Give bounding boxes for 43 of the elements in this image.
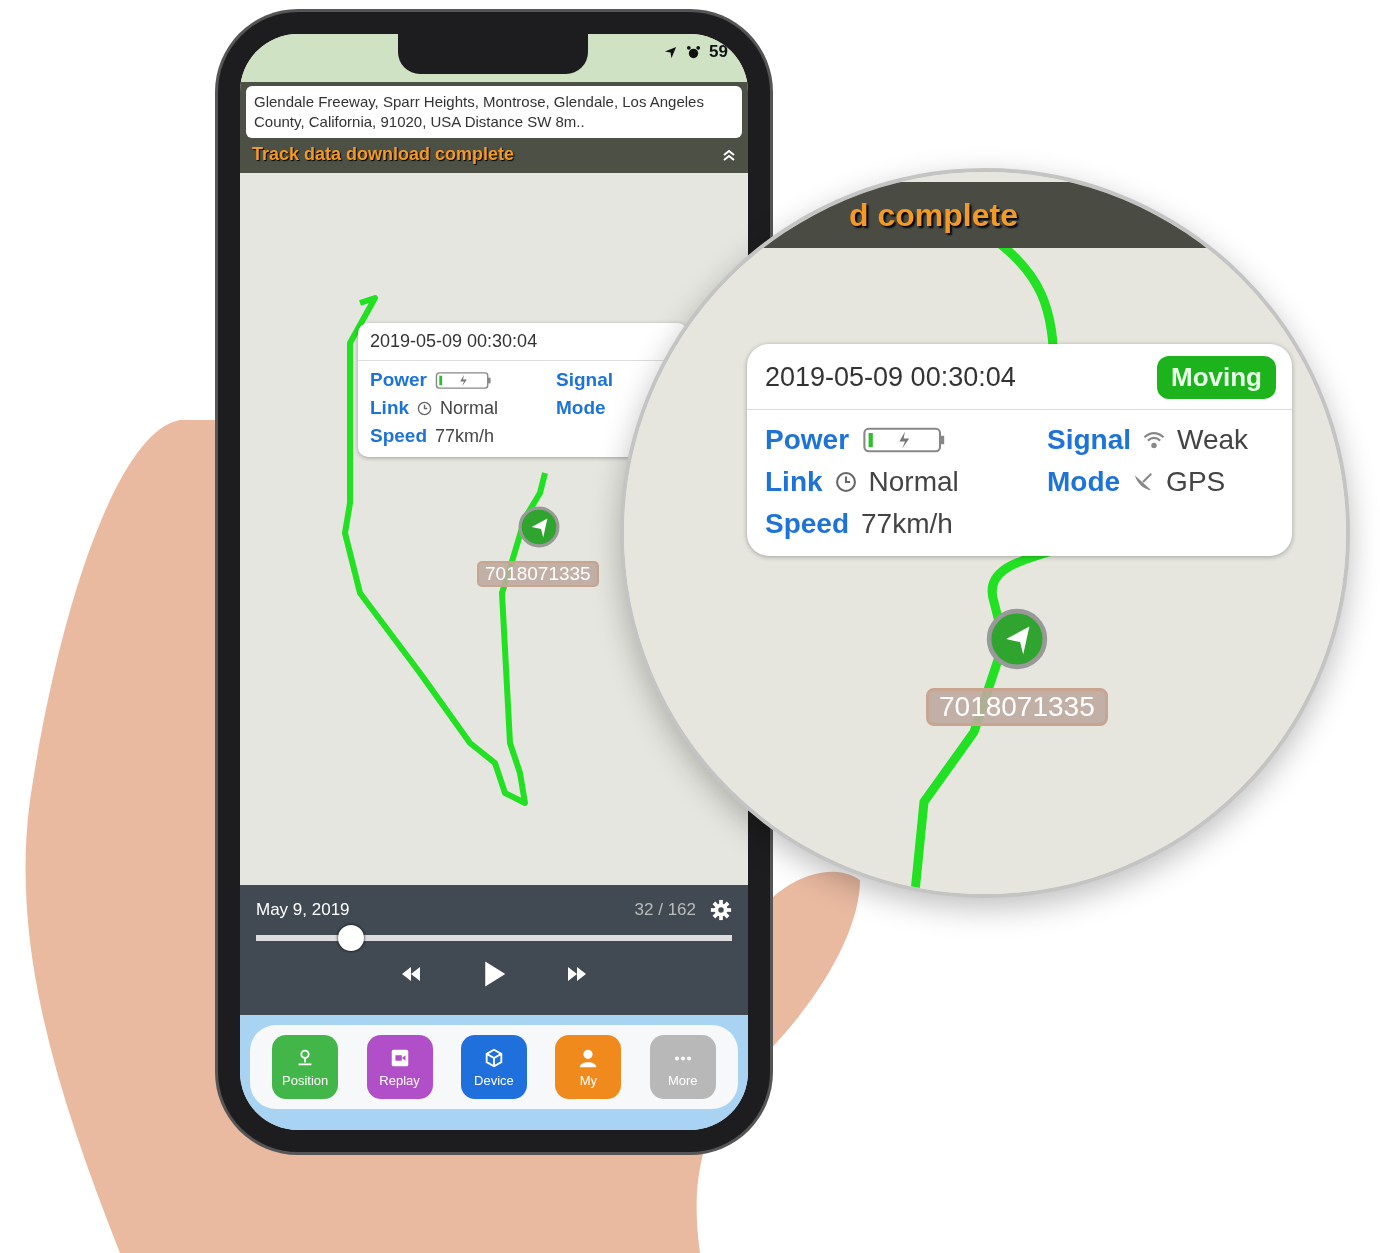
download-status-text: Track data download complete [252,144,515,165]
battery-percentage: 59 [709,42,728,62]
tab-button[interactable]: More [649,1035,716,1099]
field-label: Signal [556,369,613,391]
tab-button[interactable]: Position [272,1035,339,1099]
slider-thumb[interactable] [338,925,365,951]
field-label: Speed [370,425,428,447]
field-label: Mode [1047,466,1121,498]
field-label: Link [765,466,823,498]
field-value: Weak [1177,424,1249,456]
popup-timestamp: 2019-05-09 00:30:04 [765,362,1016,393]
field-label: Power [765,424,850,456]
moving-status-badge: Moving [1157,356,1276,399]
tab-button[interactable]: Replay [366,1035,433,1099]
settings-icon[interactable] [710,899,732,921]
field-label: Power [370,369,428,391]
download-status-text: d complete [849,196,1018,234]
field-label: Mode [556,397,606,419]
satellite-dish-icon [1132,471,1155,493]
address-box: Glendale Freeway, Sparr Heights, Montrose, Glendale, Los Angeles County, California, 91020, USA Distance SW 8m.. [246,86,742,138]
field-value: Normal [440,397,499,419]
device-id-label: 7018071335 [477,561,599,587]
field-label: Link [370,397,410,419]
field-value: 77km/h [435,425,495,447]
more-dots-icon [673,1055,692,1061]
location-arrow-icon [663,44,679,60]
field-value: GPS [1166,466,1226,498]
field-label: Speed [765,508,850,540]
point-counter: 32 / 162 [634,900,696,920]
tab-button[interactable]: My [555,1035,622,1099]
double-chevron-up-icon[interactable] [722,147,736,162]
device-id-label: 7018071335 [926,688,1108,726]
location-marker-icon [986,608,1048,670]
field-value: 77km/h [861,508,953,540]
clock-icon [417,400,433,416]
playback-date: May 9, 2019 [256,900,351,920]
battery-icon [435,370,494,390]
field-value: Normal [868,466,959,498]
location-marker-icon[interactable] [518,506,560,548]
wifi-icon [1143,429,1165,451]
tab-button[interactable]: Device [460,1035,527,1099]
clock-icon [834,471,857,493]
field-label: Signal [1047,424,1131,456]
